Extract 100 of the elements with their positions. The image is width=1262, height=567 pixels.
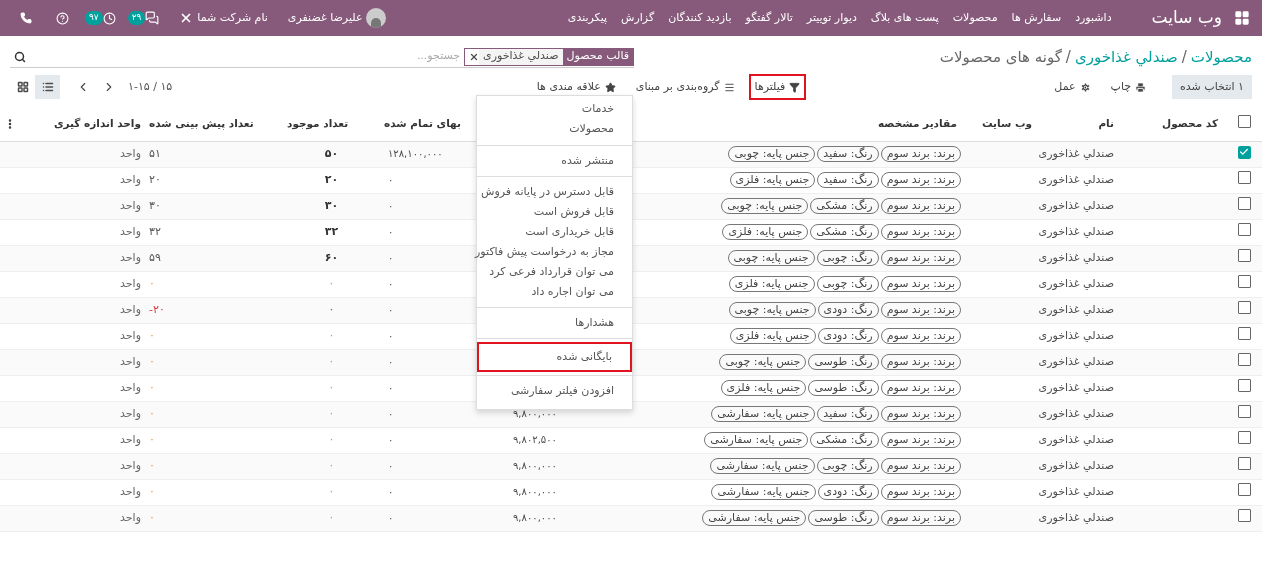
checkbox[interactable] — [1237, 378, 1251, 392]
table-cell: ۰ — [149, 432, 155, 446]
table-cell: صندلي غذاخوری — [1038, 172, 1114, 186]
menu-item[interactable]: تالار گفتگو — [745, 9, 793, 27]
menu-item[interactable]: سفارش ها — [1011, 9, 1062, 27]
filter-icon — [789, 81, 801, 93]
filter-option[interactable]: محصولات — [477, 119, 632, 139]
column-header[interactable]: کد محصول — [1162, 117, 1218, 130]
checkbox[interactable] — [1237, 404, 1251, 418]
filter-option[interactable]: خدمات — [477, 99, 632, 119]
table-cell: واحد — [120, 510, 141, 524]
menu-item[interactable]: گزارش — [621, 9, 655, 27]
clock-icon[interactable] — [102, 11, 116, 25]
table-cell: واحد — [120, 224, 141, 238]
search-option-button[interactable]: فیلترها — [750, 76, 805, 98]
checkbox[interactable] — [1237, 222, 1251, 236]
menu-item[interactable]: محصولات — [952, 9, 998, 27]
chat-icon[interactable] — [145, 11, 160, 25]
checkbox[interactable] — [1237, 430, 1251, 444]
filter-option[interactable]: قابل فروش است — [477, 202, 632, 222]
checkbox[interactable] — [1237, 248, 1251, 262]
table-cell: ۰ — [328, 380, 335, 394]
menu-item[interactable]: پست های بلاگ — [870, 9, 939, 27]
user-avatar[interactable] — [366, 8, 387, 28]
checkbox[interactable] — [1237, 274, 1251, 288]
selection-button[interactable]: ۱ انتخاب شده — [1172, 75, 1252, 99]
company-name[interactable]: نام شرکت شما — [197, 9, 268, 27]
table-cell: صندلي غذاخوری — [1038, 276, 1114, 290]
table-cell: ۰ — [388, 303, 394, 315]
grid-icon — [16, 81, 29, 93]
column-header[interactable]: نام — [1098, 117, 1114, 130]
table-cell: واحد — [120, 276, 141, 290]
filter-option[interactable]: افزودن فیلتر سفارشی — [477, 381, 632, 401]
table-cell: صندلي غذاخوری — [1038, 458, 1114, 472]
table-cell: واحد — [120, 328, 141, 342]
table-cell: واحد — [120, 484, 141, 498]
checkbox[interactable] — [1237, 456, 1251, 470]
table-cell: ۰ — [388, 355, 394, 367]
table-cell: ۹,۸۰۲,۵۰۰ — [513, 433, 557, 445]
help-icon[interactable] — [56, 11, 69, 25]
menu-item[interactable]: داشبورد — [1075, 9, 1112, 27]
table-cell: ۳۲ — [324, 224, 339, 238]
remove-facet-icon[interactable] — [469, 51, 480, 62]
table-cell: ۳۲ — [149, 224, 161, 238]
checkbox[interactable] — [1237, 352, 1251, 366]
filter-option[interactable]: هشدارها — [477, 313, 632, 333]
column-header[interactable]: واحد اندازه گیری — [53, 117, 141, 130]
message-count: ۲۹ — [127, 11, 146, 25]
checkbox[interactable] — [1237, 170, 1251, 184]
phone-icon[interactable] — [20, 12, 32, 24]
filter-option[interactable]: می توان قرارداد فرعی کرد — [477, 262, 632, 282]
toolbar-button[interactable]: چاپ — [1110, 78, 1147, 96]
menu-item[interactable]: دیوار توییتر — [806, 9, 857, 27]
search-icon[interactable] — [14, 50, 26, 63]
table-cell: ۰ — [149, 276, 155, 290]
checkbox[interactable] — [1237, 482, 1251, 496]
search-field[interactable]: قالب محصول صندلي غذاخوری جستجو... — [10, 46, 634, 68]
search-option-button[interactable]: گروه‌بندی بر مبنای — [631, 76, 739, 98]
table-cell: ۵۱ — [149, 146, 161, 160]
view-switch-button[interactable] — [35, 75, 60, 99]
pager-value[interactable]: ۱-۱۵ / ۱۵ — [128, 78, 173, 96]
column-header[interactable]: وب سایت — [981, 117, 1032, 130]
checkbox[interactable] — [1237, 326, 1251, 340]
app-title: وب سایت — [1151, 6, 1222, 30]
menu-item[interactable]: پیکربندی — [567, 9, 608, 27]
checkbox[interactable] — [1237, 300, 1251, 314]
apps-menu-icon[interactable] — [1234, 10, 1250, 26]
printer-icon — [1135, 81, 1147, 93]
checkbox[interactable] — [1237, 196, 1251, 210]
checkbox[interactable] — [1237, 508, 1251, 522]
search-input[interactable]: جستجو... — [26, 48, 465, 65]
menu-item[interactable]: بازدید کنندگان — [668, 9, 732, 27]
filter-option[interactable]: قابل دسترس در پایانه فروش — [477, 182, 632, 202]
table-cell: ۳۰ — [324, 198, 339, 212]
breadcrumb-separator: / — [1065, 46, 1071, 68]
search-option-button[interactable]: علاقه مندی ها — [532, 76, 620, 98]
user-name[interactable]: علیرضا غضنفری — [287, 9, 363, 27]
checkbox[interactable] — [1237, 145, 1251, 159]
breadcrumb-separator: / — [1181, 46, 1187, 68]
table-cell: ۵۰ — [324, 146, 339, 160]
table-cell: واحد — [120, 380, 141, 394]
filter-option[interactable]: بایگانی شده — [479, 344, 630, 370]
table-cell: صندلي غذاخوری — [1038, 328, 1114, 342]
checkbox[interactable] — [1237, 115, 1251, 129]
table-cell: واحد — [120, 250, 141, 264]
page-title: گونه های محصولات — [939, 46, 1062, 68]
column-header[interactable]: تعداد پیش بینی شده — [149, 117, 254, 130]
toolbar-button[interactable]: عمل — [1054, 78, 1091, 96]
table-cell: ۰ — [388, 225, 394, 237]
column-header[interactable]: بهای تمام شده — [384, 117, 461, 130]
filter-option[interactable]: منتشر شده — [477, 151, 632, 171]
table-cell: ۲۰- — [149, 302, 165, 316]
table-cell: صندلي غذاخوری — [1038, 380, 1114, 394]
table-cell: واحد — [120, 458, 141, 472]
column-header[interactable]: تعداد موجود — [287, 117, 349, 130]
table-cell: ۰ — [328, 354, 335, 368]
filter-option[interactable]: قابل خریداری است — [477, 222, 632, 242]
filter-option[interactable]: می توان اجاره داد — [477, 282, 632, 302]
column-header[interactable]: مقادیر مشخصه — [878, 117, 957, 130]
gear-icon — [1079, 81, 1091, 93]
